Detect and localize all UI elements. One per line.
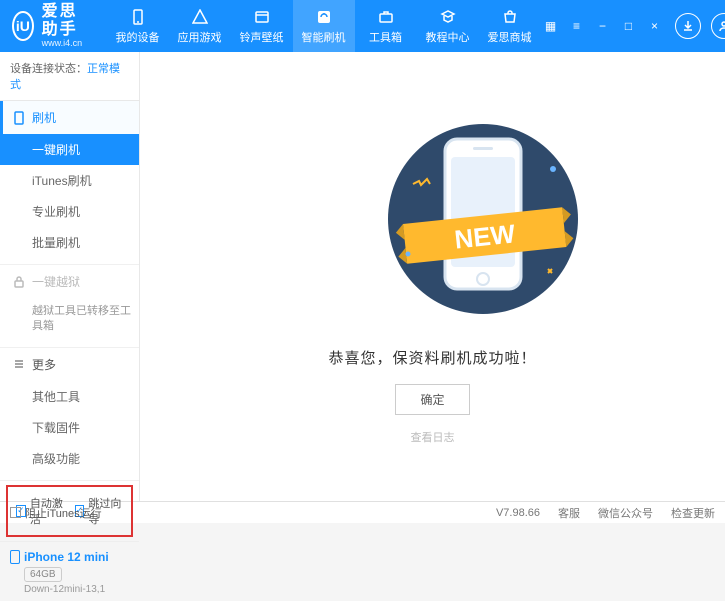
phone-illustration: NEW xyxy=(353,109,513,329)
wallpaper-icon xyxy=(253,8,271,26)
jailbreak-note: 越狱工具已转移至工具箱 xyxy=(0,298,139,341)
group-label: 刷机 xyxy=(32,109,56,126)
group-label: 更多 xyxy=(32,356,56,373)
menu-icon[interactable]: ▦ xyxy=(541,16,561,36)
apps-icon xyxy=(191,8,209,26)
tab-label: 工具箱 xyxy=(369,29,402,45)
sidebar-item-oneclick-flash[interactable]: 一键刷机 xyxy=(0,134,139,165)
checkbox-block-itunes[interactable]: 阻止iTunes运行 xyxy=(10,505,102,521)
sidebar-item-advanced[interactable]: 高级功能 xyxy=(0,443,139,474)
logo-icon: iU xyxy=(12,11,34,41)
app-logo: iU 爱思助手 www.i4.cn xyxy=(12,3,91,48)
tab-label: 爱思商城 xyxy=(488,29,532,45)
sidebar-item-pro-flash[interactable]: 专业刷机 xyxy=(0,196,139,227)
app-url: www.i4.cn xyxy=(42,39,91,49)
sidebar-item-batch-flash[interactable]: 批量刷机 xyxy=(0,227,139,258)
sidebar: 设备连接状态：正常模式 刷机 一键刷机 iTunes刷机 专业刷机 批量刷机 一… xyxy=(0,52,140,501)
tab-flash[interactable]: 智能刷机 xyxy=(293,0,355,52)
version-label: V7.98.66 xyxy=(496,507,540,519)
support-link[interactable]: 客服 xyxy=(558,505,580,521)
tab-apps[interactable]: 应用游戏 xyxy=(169,0,231,52)
check-update-link[interactable]: 检查更新 xyxy=(671,505,715,521)
tab-wallpaper[interactable]: 铃声壁纸 xyxy=(231,0,293,52)
phone-icon xyxy=(12,111,26,125)
view-log-link[interactable]: 查看日志 xyxy=(411,429,455,445)
group-label: 一键越狱 xyxy=(32,273,80,290)
titlebar: iU 爱思助手 www.i4.cn 我的设备 应用游戏 铃声壁纸 智能刷机 xyxy=(0,0,725,52)
download-icon[interactable] xyxy=(675,13,701,39)
toolbox-icon xyxy=(377,8,395,26)
tab-toolbox[interactable]: 工具箱 xyxy=(355,0,417,52)
app-title: 爱思助手 xyxy=(42,3,91,38)
tab-label: 智能刷机 xyxy=(302,29,346,45)
device-status: 设备连接状态：正常模式 xyxy=(0,52,139,101)
close-icon[interactable]: × xyxy=(645,16,665,36)
store-icon xyxy=(501,8,519,26)
new-badge-text: NEW xyxy=(453,218,517,254)
phone-icon xyxy=(10,550,20,564)
sidebar-group-flash[interactable]: 刷机 xyxy=(0,101,139,134)
sidebar-group-more[interactable]: 更多 xyxy=(0,348,139,381)
wechat-link[interactable]: 微信公众号 xyxy=(598,505,653,521)
main-content: NEW 恭喜您，保资料刷机成功啦！ 确定 查看日志 xyxy=(140,52,725,501)
minimize-icon[interactable]: − xyxy=(593,16,613,36)
tab-store[interactable]: 爱思商城 xyxy=(479,0,541,52)
tab-label: 铃声壁纸 xyxy=(240,29,284,45)
tab-label: 应用游戏 xyxy=(178,29,222,45)
user-icon[interactable] xyxy=(711,13,725,39)
ok-button[interactable]: 确定 xyxy=(395,384,469,415)
tab-tutorials[interactable]: 教程中心 xyxy=(417,0,479,52)
lock-icon xyxy=(12,275,26,289)
device-detail: Down-12mini-13,1 xyxy=(24,584,129,595)
device-block[interactable]: iPhone 12 mini 64GB Down-12mini-13,1 xyxy=(0,541,139,601)
flash-icon xyxy=(315,8,333,26)
success-message: 恭喜您，保资料刷机成功啦！ xyxy=(328,347,536,368)
device-storage: 64GB xyxy=(24,567,62,582)
more-icon xyxy=(12,357,26,371)
tab-my-device[interactable]: 我的设备 xyxy=(107,0,169,52)
settings-icon[interactable]: ≡ xyxy=(567,16,587,36)
device-name: iPhone 12 mini xyxy=(10,550,129,564)
status-label: 设备连接状态： xyxy=(10,63,87,75)
tab-label: 教程中心 xyxy=(426,29,470,45)
window-controls: ▦ ≡ − □ × xyxy=(541,13,725,39)
nav-tabs: 我的设备 应用游戏 铃声壁纸 智能刷机 工具箱 教程中心 xyxy=(107,0,541,52)
sidebar-item-download-firmware[interactable]: 下载固件 xyxy=(0,412,139,443)
tab-label: 我的设备 xyxy=(116,29,160,45)
tutorials-icon xyxy=(439,8,457,26)
device-icon xyxy=(129,8,147,26)
maximize-icon[interactable]: □ xyxy=(619,16,639,36)
chk-label: 阻止iTunes运行 xyxy=(25,505,102,521)
sidebar-item-other-tools[interactable]: 其他工具 xyxy=(0,381,139,412)
sidebar-item-itunes-flash[interactable]: iTunes刷机 xyxy=(0,165,139,196)
sidebar-group-jailbreak[interactable]: 一键越狱 xyxy=(0,265,139,298)
